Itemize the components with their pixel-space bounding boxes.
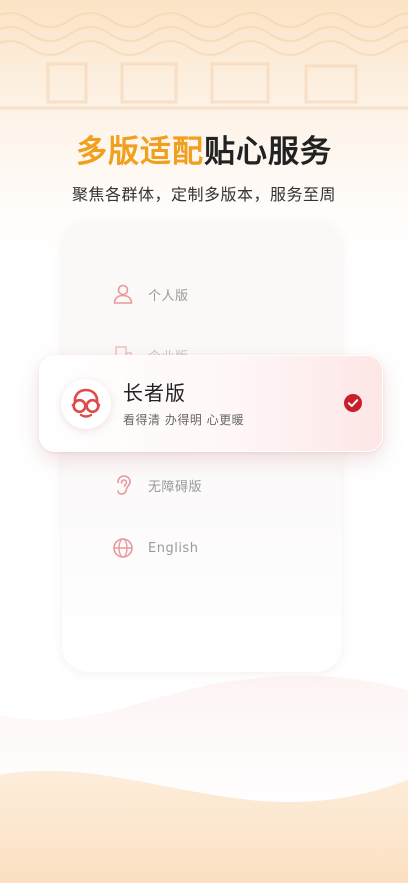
- bottom-wave-decoration: [0, 675, 408, 883]
- ear-icon: [110, 472, 136, 498]
- page-subtitle: 聚焦各群体，定制多版本，服务至周: [71, 185, 336, 204]
- elder-glasses-icon: [61, 379, 111, 429]
- version-item-accessibility[interactable]: 无障碍版: [110, 470, 202, 500]
- version-item-elder-selected[interactable]: 长者版 看得清 办得明 心更暖: [39, 355, 383, 452]
- version-item-personal[interactable]: 个人版: [110, 279, 189, 309]
- globe-icon: [110, 535, 136, 561]
- version-item-label: 无障碍版: [148, 479, 203, 495]
- page-headline: 多版适配贴心服务: [0, 130, 408, 174]
- check-circle-icon: [344, 394, 362, 412]
- person-icon: [110, 281, 136, 307]
- headline-dark-text: 贴心服务: [204, 134, 332, 170]
- elder-version-title: 长者版: [123, 381, 186, 405]
- version-item-english[interactable]: English: [110, 533, 198, 563]
- headline-accent-text: 多版适配: [76, 134, 204, 170]
- version-item-label: 个人版: [148, 288, 189, 304]
- elder-version-description: 看得清 办得明 心更暖: [123, 413, 245, 427]
- version-item-label: English: [148, 540, 199, 556]
